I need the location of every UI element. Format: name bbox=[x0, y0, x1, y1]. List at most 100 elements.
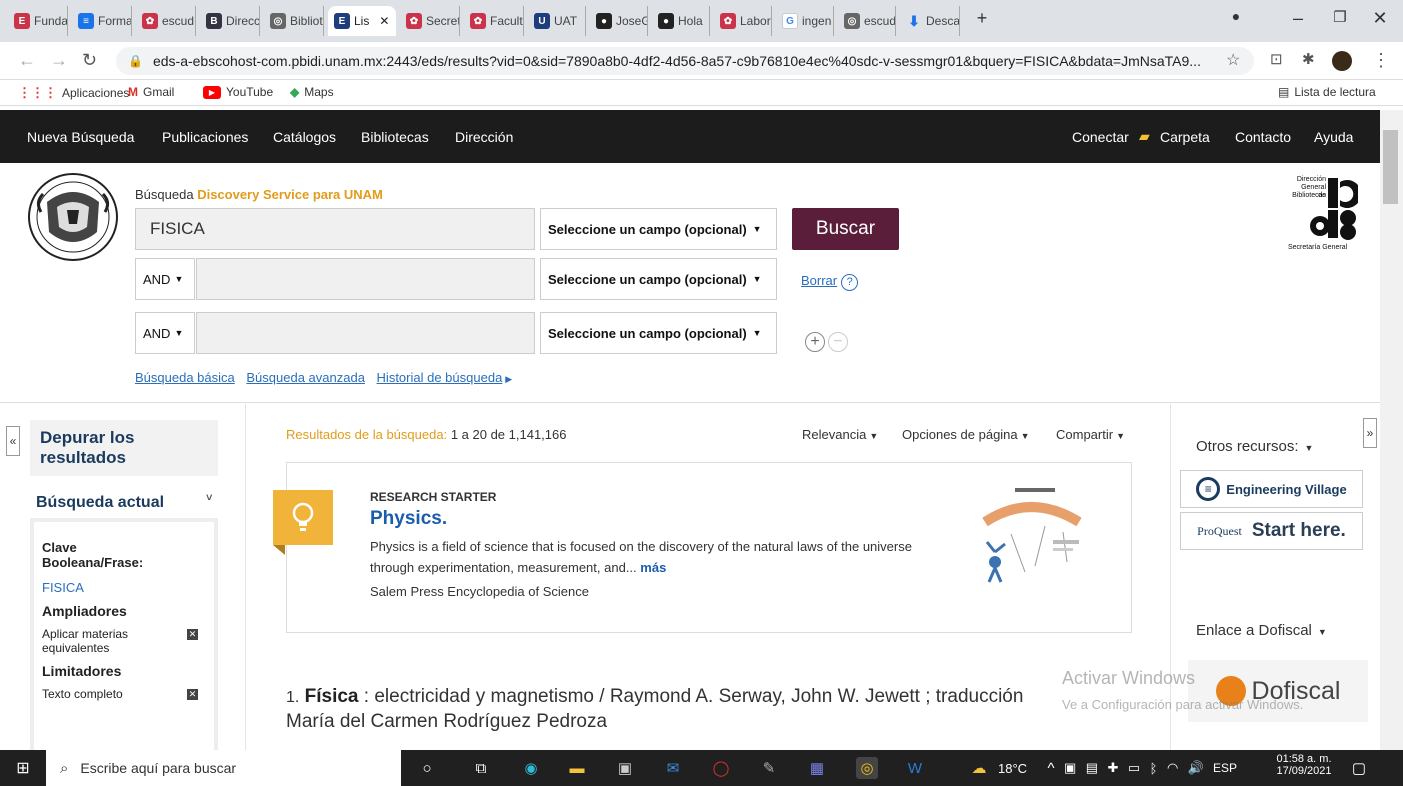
help-icon[interactable]: ? bbox=[841, 273, 859, 291]
browser-tab[interactable]: ◎ Bibliot bbox=[264, 6, 324, 36]
page-scrollbar[interactable] bbox=[1380, 110, 1403, 750]
nav-catalogos[interactable]: Catálogos bbox=[273, 129, 336, 145]
avatar[interactable] bbox=[1332, 51, 1352, 71]
add-row-icon[interactable]: + bbox=[805, 332, 825, 352]
maximize-icon[interactable]: ❐ bbox=[1328, 8, 1352, 26]
bookmark-apps[interactable]: ⋮⋮⋮ Aplicaciones bbox=[18, 85, 129, 101]
field-select-3[interactable]: Seleccione un campo (opcional) ▼ bbox=[540, 312, 777, 354]
historial-link[interactable]: Historial de búsqueda bbox=[377, 370, 503, 385]
cortana-icon[interactable]: ○ bbox=[416, 757, 438, 779]
collapse-right-icon[interactable]: » bbox=[1363, 418, 1377, 448]
minimize-icon[interactable]: – bbox=[1286, 8, 1310, 29]
mas-link[interactable]: más bbox=[640, 560, 666, 575]
bool-select-2[interactable]: AND ▼ bbox=[135, 258, 195, 300]
nav-direccion[interactable]: Dirección bbox=[455, 129, 513, 145]
reading-list[interactable]: ▤ Lista de lectura bbox=[1278, 85, 1376, 99]
word-icon[interactable]: W bbox=[904, 757, 926, 779]
reload-icon[interactable]: ↻ bbox=[82, 50, 97, 71]
busqueda-basica-link[interactable]: Búsqueda básica bbox=[135, 370, 235, 385]
browser-tab[interactable]: ✿ Labor bbox=[714, 6, 772, 36]
browser-tab[interactable]: B Direcc bbox=[200, 6, 260, 36]
search-input-2[interactable] bbox=[196, 258, 535, 300]
buscar-button[interactable]: Buscar bbox=[792, 208, 899, 250]
back-icon[interactable]: ← bbox=[18, 50, 36, 71]
browser-tab[interactable]: E Funda bbox=[8, 6, 68, 36]
browser-tab[interactable]: Gingen bbox=[776, 6, 834, 36]
nav-bibliotecas[interactable]: Bibliotecas bbox=[361, 129, 429, 145]
notifications-icon[interactable]: ▢ bbox=[1348, 757, 1370, 779]
edge-icon[interactable]: ◉ bbox=[520, 757, 542, 779]
browser-tab[interactable]: ● Hola bbox=[652, 6, 710, 36]
clock[interactable]: 01:58 a. m. 17/09/2021 bbox=[1276, 753, 1332, 777]
bookmark-gmail[interactable]: M Gmail bbox=[128, 85, 174, 99]
current-search-header[interactable]: Búsqueda actual ˅ bbox=[30, 486, 218, 516]
new-tab-button[interactable]: + bbox=[970, 8, 994, 29]
unam-seal-logo bbox=[28, 173, 118, 261]
borrar-link[interactable]: Borrar bbox=[801, 273, 837, 288]
proquest-link[interactable]: ProQuest Start here. bbox=[1180, 512, 1363, 550]
otros-recursos-dropdown[interactable]: Otros recursos: ▼ bbox=[1196, 438, 1313, 455]
tab-close-icon[interactable]: ✕ bbox=[379, 14, 389, 28]
opciones-dropdown[interactable]: Opciones de página ▼ bbox=[902, 427, 1030, 442]
relevancia-dropdown[interactable]: Relevancia ▼ bbox=[802, 427, 878, 442]
bookmark-maps[interactable]: ◆ Maps bbox=[290, 85, 334, 99]
page-scrollbar-thumb[interactable] bbox=[1383, 130, 1398, 204]
research-starter-title-link[interactable]: Physics. bbox=[370, 508, 447, 530]
browser-tab[interactable]: ✿ Facult bbox=[464, 6, 524, 36]
opera-icon[interactable]: ◯ bbox=[710, 757, 732, 779]
search-input-1[interactable]: FISICA bbox=[135, 208, 535, 250]
browser-tab[interactable]: ◎ escud bbox=[838, 6, 896, 36]
tray-icons[interactable]: ▣ ▤ ✚ ▭ ᛒ ◠ 🔊 bbox=[1064, 757, 1204, 779]
nav-conectar[interactable]: Conectar bbox=[1072, 129, 1129, 145]
weather-temp[interactable]: 18°C bbox=[998, 761, 1027, 776]
compartir-dropdown[interactable]: Compartir ▼ bbox=[1056, 427, 1125, 442]
task-view-icon[interactable]: ⧉ bbox=[470, 757, 492, 779]
bookmark-star-icon[interactable]: ☆ bbox=[1226, 50, 1240, 70]
nav-contacto[interactable]: Contacto bbox=[1235, 129, 1291, 145]
paint-icon[interactable]: ✎ bbox=[758, 757, 780, 779]
menu-dots-icon[interactable]: ⋮ bbox=[1372, 50, 1390, 71]
remove-texto-completo-icon[interactable]: ✕ bbox=[187, 689, 198, 700]
field-select-1[interactable]: Seleccione un campo (opcional) ▼ bbox=[540, 208, 777, 250]
url-input[interactable]: 🔒 eds-a-ebscohost-com.pbidi.unam.mx:2443… bbox=[116, 47, 1254, 75]
boolean-value-link[interactable]: FISICA bbox=[42, 580, 206, 595]
collapse-left-icon[interactable]: « bbox=[6, 426, 20, 456]
bool-select-3[interactable]: AND ▼ bbox=[135, 312, 195, 354]
nav-carpeta[interactable]: Carpeta bbox=[1160, 129, 1210, 145]
dofiscal-link[interactable]: Dofiscal bbox=[1188, 660, 1368, 722]
browser-tab[interactable]: ⬇ Desca bbox=[900, 6, 960, 36]
mail-icon[interactable]: ✉ bbox=[662, 757, 684, 779]
busqueda-avanzada-link[interactable]: Búsqueda avanzada bbox=[246, 370, 365, 385]
tray-chevron-icon[interactable]: ^ bbox=[1040, 757, 1062, 779]
browser-tab[interactable]: U UAT bbox=[528, 6, 586, 36]
forward-icon[interactable]: → bbox=[50, 50, 68, 71]
nav-publicaciones[interactable]: Publicaciones bbox=[162, 129, 248, 145]
browser-tab[interactable]: ✿ escud bbox=[136, 6, 196, 36]
profile-icon[interactable]: ● bbox=[1224, 8, 1248, 24]
tab-label: Lis bbox=[354, 14, 370, 28]
extension-icon[interactable]: ⊡ bbox=[1270, 50, 1283, 68]
result-1-title-link[interactable]: Física bbox=[305, 686, 359, 707]
search-input-3[interactable] bbox=[196, 312, 535, 354]
close-window-icon[interactable]: ✕ bbox=[1368, 8, 1392, 29]
teams-icon[interactable]: ▦ bbox=[806, 757, 828, 779]
browser-tab[interactable]: ✿ Secret bbox=[400, 6, 460, 36]
bookmark-youtube[interactable]: ▶ YouTube bbox=[203, 85, 273, 99]
remove-row-icon[interactable]: − bbox=[828, 332, 848, 352]
file-explorer-icon[interactable]: ▬ bbox=[566, 757, 588, 779]
nav-nueva-busqueda[interactable]: Nueva Búsqueda bbox=[27, 129, 134, 145]
taskbar-search-input[interactable]: ⌕ Escribe aquí para buscar bbox=[46, 750, 401, 786]
enlace-dofiscal-dropdown[interactable]: Enlace a Dofiscal ▼ bbox=[1196, 622, 1327, 639]
chrome-icon[interactable]: ◎ bbox=[856, 757, 878, 779]
puzzle-icon[interactable]: ✱ bbox=[1302, 50, 1315, 68]
remove-aplicar-icon[interactable]: ✕ bbox=[187, 629, 198, 640]
language-indicator[interactable]: ESP bbox=[1213, 761, 1237, 775]
browser-tab[interactable]: ≡ Forma bbox=[72, 6, 132, 36]
browser-tab[interactable]: ● JoseG bbox=[590, 6, 648, 36]
nav-ayuda[interactable]: Ayuda bbox=[1314, 129, 1353, 145]
engineering-village-link[interactable]: ≡ Engineering Village bbox=[1180, 470, 1363, 508]
field-select-2[interactable]: Seleccione un campo (opcional) ▼ bbox=[540, 258, 777, 300]
windows-start-icon[interactable]: ⊞ bbox=[12, 757, 34, 779]
store-icon[interactable]: ▣ bbox=[614, 757, 636, 779]
browser-tab[interactable]: E Lis ✕ bbox=[328, 6, 396, 36]
